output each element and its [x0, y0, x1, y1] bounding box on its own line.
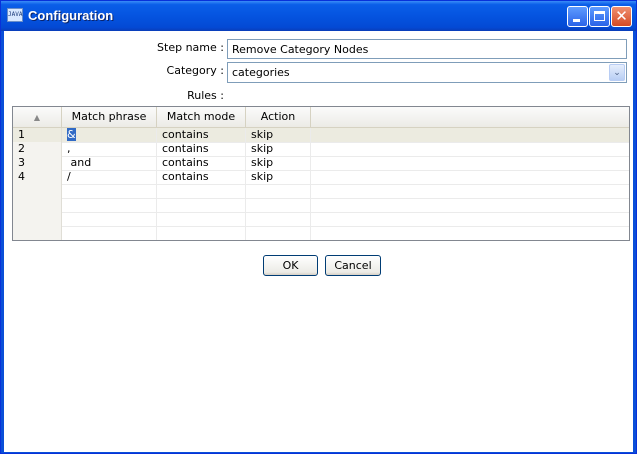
minimize-icon: [573, 19, 580, 22]
header-action[interactable]: Action: [246, 107, 311, 127]
step-name-input[interactable]: Remove Category Nodes: [227, 39, 627, 59]
empty-cell[interactable]: [157, 198, 246, 212]
rules-label: Rules :: [187, 89, 224, 102]
action-cell[interactable]: skip: [246, 128, 311, 142]
empty-cell[interactable]: [246, 184, 311, 198]
title-bar[interactable]: JAVA Configuration ✕: [1, 1, 636, 31]
empty-cell[interactable]: [157, 184, 246, 198]
empty-row[interactable]: [13, 226, 629, 240]
minimize-button[interactable]: [567, 6, 588, 27]
match-mode-cell[interactable]: contains: [157, 170, 246, 184]
empty-cell[interactable]: [246, 212, 311, 226]
close-icon: ✕: [615, 7, 628, 25]
match-mode-cell[interactable]: contains: [157, 142, 246, 156]
match-mode-cell[interactable]: contains: [157, 156, 246, 170]
row-index-empty: [13, 212, 62, 226]
chevron-down-icon[interactable]: ⌄: [609, 64, 625, 81]
row-index: 3: [13, 156, 62, 170]
empty-cell[interactable]: [246, 226, 311, 240]
match-phrase-cell[interactable]: /: [62, 170, 157, 184]
row-index: 4: [13, 170, 62, 184]
header-match-mode[interactable]: Match mode: [157, 107, 246, 127]
java-app-icon: JAVA: [7, 8, 23, 22]
close-button[interactable]: ✕: [611, 6, 632, 27]
match-mode-cell[interactable]: contains: [157, 128, 246, 142]
row-index: 2: [13, 142, 62, 156]
table-row[interactable]: 2 , contains skip: [13, 142, 629, 157]
match-phrase-cell[interactable]: and: [62, 156, 157, 170]
step-name-label: Step name :: [157, 41, 224, 54]
category-dropdown[interactable]: categories ⌄: [227, 62, 627, 83]
maximize-icon: [594, 11, 605, 21]
row-index: 1: [13, 128, 62, 142]
match-phrase-cell[interactable]: &: [62, 128, 157, 142]
table-header: ▲ Match phrase Match mode Action: [13, 107, 629, 128]
window-title: Configuration: [28, 8, 114, 23]
table-row[interactable]: 1 & contains skip: [13, 128, 629, 143]
empty-cell[interactable]: [157, 212, 246, 226]
empty-cell[interactable]: [62, 184, 157, 198]
sort-asc-icon: ▲: [33, 113, 41, 122]
dialog-body: Step name : Remove Category Nodes Catego…: [4, 31, 633, 452]
action-cell[interactable]: skip: [246, 142, 311, 156]
category-selected-value: categories: [232, 66, 290, 79]
match-phrase-value: &: [67, 128, 76, 141]
empty-cell[interactable]: [62, 226, 157, 240]
table-row[interactable]: 3 and contains skip: [13, 156, 629, 171]
empty-cell[interactable]: [246, 198, 311, 212]
maximize-button[interactable]: [589, 6, 610, 27]
configuration-window: JAVA Configuration ✕ Step name : Remove …: [0, 0, 637, 454]
empty-row[interactable]: [13, 212, 629, 227]
category-label: Category :: [166, 64, 224, 77]
header-index-sort[interactable]: ▲: [13, 107, 62, 127]
row-index-empty: [13, 226, 62, 240]
row-index-empty: [13, 198, 62, 212]
header-match-phrase[interactable]: Match phrase: [62, 107, 157, 127]
empty-cell[interactable]: [62, 198, 157, 212]
row-index-empty: [13, 184, 62, 198]
empty-cell[interactable]: [62, 212, 157, 226]
empty-row[interactable]: [13, 184, 629, 199]
empty-cell[interactable]: [157, 226, 246, 240]
match-phrase-cell[interactable]: ,: [62, 142, 157, 156]
ok-button[interactable]: OK: [263, 255, 318, 276]
table-row[interactable]: 4 / contains skip: [13, 170, 629, 185]
empty-row[interactable]: [13, 198, 629, 213]
cancel-button[interactable]: Cancel: [325, 255, 381, 276]
action-cell[interactable]: skip: [246, 170, 311, 184]
action-cell[interactable]: skip: [246, 156, 311, 170]
rules-table: ▲ Match phrase Match mode Action 1 & con…: [12, 106, 630, 241]
